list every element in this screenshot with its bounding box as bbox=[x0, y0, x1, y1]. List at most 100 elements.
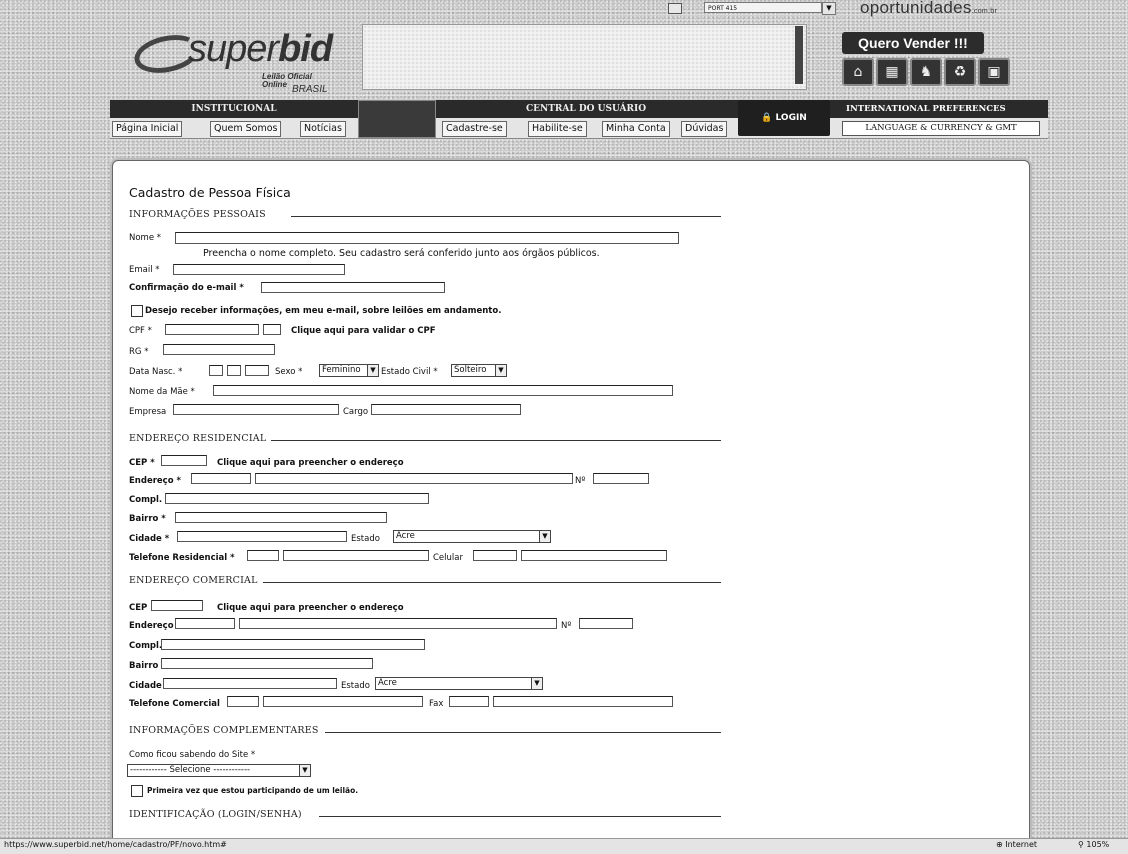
bairro-res-label: Bairro * bbox=[129, 514, 166, 524]
logradouro-type-input[interactable] bbox=[191, 473, 251, 484]
empresa-label: Empresa bbox=[129, 407, 167, 417]
bairro-com-input[interactable] bbox=[161, 658, 373, 669]
email-input[interactable] bbox=[173, 264, 345, 275]
como-ficou-select[interactable]: ------------ Selecione ------------ ▼ bbox=[127, 764, 311, 777]
section-divider bbox=[325, 732, 721, 733]
quero-vender-button[interactable]: Quero Vender !!! bbox=[842, 32, 984, 54]
nav-link-noticias[interactable]: Notícias bbox=[300, 121, 346, 137]
recycle-icon[interactable]: ♻ bbox=[944, 58, 976, 86]
nav-link-pagina-inicial[interactable]: Página Inicial bbox=[112, 121, 183, 137]
nav-central-heading: CENTRAL DO USUÁRIO bbox=[525, 104, 647, 114]
chevron-down-icon: ▼ bbox=[539, 531, 550, 542]
section-residencial: ENDEREÇO RESIDENCIAL bbox=[129, 433, 267, 444]
nome-input[interactable] bbox=[175, 232, 679, 244]
sexo-label: Sexo * bbox=[275, 367, 303, 377]
fax-input[interactable] bbox=[493, 696, 673, 707]
numero-res-input[interactable] bbox=[593, 473, 649, 484]
nav-link-quem-somos[interactable]: Quem Somos bbox=[210, 121, 282, 137]
cpf-validate-link[interactable]: Clique aqui para validar o CPF bbox=[291, 326, 436, 336]
estado-civil-select[interactable]: Solteiro ▼ bbox=[451, 364, 507, 377]
endereco-res-input[interactable] bbox=[255, 473, 573, 484]
email-label: Email * bbox=[129, 265, 160, 275]
cidade-com-input[interactable] bbox=[163, 678, 337, 689]
estado-civil-value: Solteiro bbox=[454, 365, 487, 375]
endereco-com-input[interactable] bbox=[239, 618, 557, 629]
nav-link-minha-conta[interactable]: Minha Conta bbox=[602, 121, 670, 137]
section-divider bbox=[263, 582, 721, 583]
oportunidades-logo-suffix: .com.br bbox=[971, 8, 998, 15]
estado-com-select[interactable]: Acre ▼ bbox=[375, 677, 543, 690]
language-currency-button[interactable]: LANGUAGE & CURRENCY & GMT bbox=[842, 121, 1040, 136]
nav-link-habilite-se[interactable]: Habilite-se bbox=[528, 121, 587, 137]
cattle-icon[interactable]: ♞ bbox=[910, 58, 942, 86]
cep-res-link[interactable]: Clique aqui para preencher o endereço bbox=[217, 458, 404, 468]
cidade-res-input[interactable] bbox=[177, 531, 347, 542]
truck-icon[interactable]: ▣ bbox=[978, 58, 1010, 86]
superbid-logo[interactable]: superbid bbox=[188, 28, 333, 71]
birth-year-input[interactable] bbox=[245, 365, 269, 376]
celular-ddd-input[interactable] bbox=[473, 550, 517, 561]
header-banner[interactable] bbox=[362, 24, 807, 90]
sexo-select[interactable]: Feminino ▼ bbox=[319, 364, 379, 377]
compl-com-label: Compl. bbox=[129, 641, 163, 651]
login-button[interactable]: 🔒 LOGIN bbox=[738, 100, 830, 136]
tel-com-input[interactable] bbox=[263, 696, 423, 707]
celular-input[interactable] bbox=[521, 550, 667, 561]
section-divider bbox=[291, 216, 721, 217]
primeira-vez-checkbox[interactable] bbox=[131, 785, 143, 797]
home-icon[interactable]: ⌂ bbox=[842, 58, 874, 86]
bairro-com-label: Bairro bbox=[129, 661, 159, 671]
como-ficou-label: Como ficou sabendo do Site * bbox=[129, 750, 256, 760]
cep-res-input[interactable] bbox=[161, 455, 207, 466]
numero-com-input[interactable] bbox=[579, 618, 633, 629]
status-zone-label: Internet bbox=[1005, 840, 1038, 849]
cep-com-link[interactable]: Clique aqui para preencher o endereço bbox=[217, 603, 404, 613]
international-heading: INTERNATIONAL PREFERENCES bbox=[840, 100, 1040, 118]
cargo-input[interactable] bbox=[371, 404, 521, 415]
rg-label: RG * bbox=[129, 347, 149, 357]
section-pessoais: INFORMAÇÕES PESSOAIS bbox=[129, 209, 266, 220]
estado-com-label: Estado bbox=[341, 681, 370, 691]
tel-res-label: Telefone Residencial * bbox=[129, 553, 235, 563]
compl-res-label: Compl. bbox=[129, 495, 163, 505]
auction-seal-icon[interactable] bbox=[358, 100, 436, 138]
nav-link-duvidas[interactable]: Dúvidas bbox=[681, 121, 728, 137]
cpf-label: CPF * bbox=[129, 326, 152, 336]
page-title: Cadastro de Pessoa Física bbox=[129, 185, 291, 200]
tel-res-ddd-input[interactable] bbox=[247, 550, 279, 561]
mail-icon[interactable] bbox=[668, 3, 682, 14]
empresa-input[interactable] bbox=[173, 404, 339, 415]
compl-res-input[interactable] bbox=[165, 493, 429, 504]
chevron-down-icon[interactable]: ▼ bbox=[822, 2, 836, 15]
oportunidades-logo[interactable]: oportunidades.com.br bbox=[860, 0, 997, 18]
banner-tag bbox=[795, 26, 803, 84]
compl-com-input[interactable] bbox=[161, 639, 425, 650]
birth-day-input[interactable] bbox=[209, 365, 223, 376]
estado-com-value: Acre bbox=[378, 678, 397, 688]
cpf-input[interactable] bbox=[165, 324, 259, 335]
tel-res-input[interactable] bbox=[283, 550, 429, 561]
zoom-level[interactable]: ⚲ 105% bbox=[1078, 840, 1109, 849]
nome-mae-input[interactable] bbox=[213, 385, 673, 396]
oportunidades-logo-text: oportunidades bbox=[860, 0, 972, 17]
rg-input[interactable] bbox=[163, 344, 275, 355]
port-select[interactable]: PORT 415 bbox=[704, 2, 822, 13]
cep-com-input[interactable] bbox=[151, 600, 203, 611]
newsletter-checkbox[interactable] bbox=[131, 305, 143, 317]
building-icon[interactable]: ▦ bbox=[876, 58, 908, 86]
cidade-com-label: Cidade bbox=[129, 681, 162, 691]
cpf-digit-input[interactable] bbox=[263, 324, 281, 335]
birth-month-input[interactable] bbox=[227, 365, 241, 376]
tel-com-label: Telefone Comercial bbox=[129, 699, 220, 709]
chevron-down-icon: ▼ bbox=[367, 365, 378, 376]
estado-res-select[interactable]: Acre ▼ bbox=[393, 530, 551, 543]
chevron-down-icon: ▼ bbox=[299, 765, 310, 776]
tel-com-ddd-input[interactable] bbox=[227, 696, 259, 707]
sexo-value: Feminino bbox=[322, 365, 361, 375]
numero-com-label: Nº bbox=[561, 621, 572, 631]
bairro-res-input[interactable] bbox=[175, 512, 387, 523]
logradouro-com-type-input[interactable] bbox=[175, 618, 235, 629]
fax-ddd-input[interactable] bbox=[449, 696, 489, 707]
confirm-email-input[interactable] bbox=[261, 282, 445, 293]
nav-link-cadastre-se[interactable]: Cadastre-se bbox=[442, 121, 507, 137]
